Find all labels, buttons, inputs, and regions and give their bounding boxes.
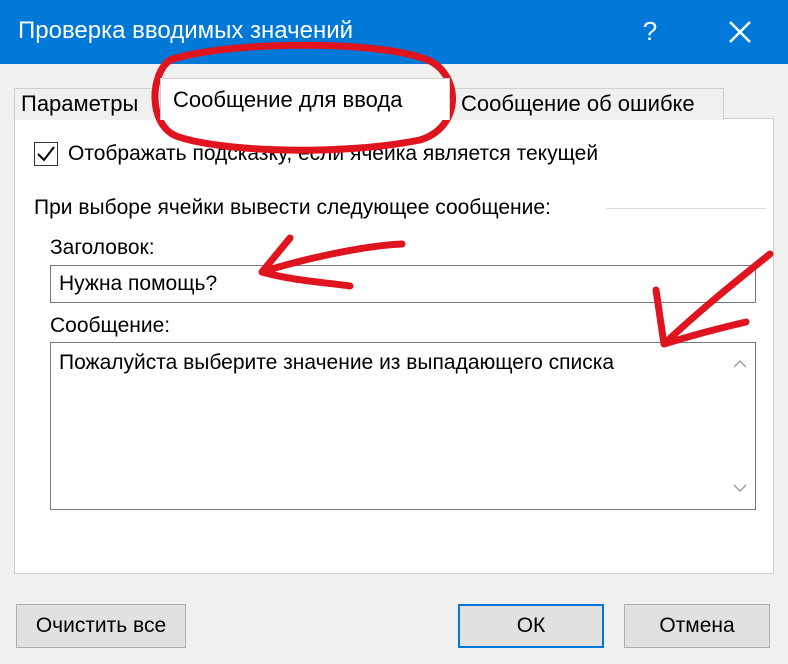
window-title: Проверка вводимых значений [18,17,354,44]
group-divider [606,208,766,209]
scroll-down-icon[interactable] [733,483,747,493]
checkmark-icon [37,146,55,162]
message-field[interactable]: Пожалуйста выберите значение из выпадающ… [50,342,756,510]
show-input-message-label[interactable]: Отображать подсказку, если ячейка являет… [68,142,598,166]
title-field-label: Заголовок: [50,236,155,259]
help-icon: ? [642,16,658,46]
tab-error-message[interactable]: Сообщение об ошибке [450,88,724,120]
close-icon [729,21,751,43]
message-scrollbar[interactable] [725,343,755,509]
group-label: При выборе ячейки вывести следующее сооб… [34,196,551,219]
cancel-button[interactable]: Отмена [624,604,770,648]
show-input-message-checkbox[interactable] [34,142,58,166]
message-text: Пожалуйста выберите значение из выпадающ… [59,351,615,374]
tab-input-message[interactable]: Сообщение для ввода [160,78,450,120]
tab-parameters[interactable]: Параметры [14,88,158,120]
ok-button[interactable]: ОК [458,604,604,648]
message-field-label: Сообщение: [50,314,171,337]
clear-all-button[interactable]: Очистить все [16,604,186,648]
close-button[interactable] [712,6,768,56]
title-bar: Проверка вводимых значений ? [0,0,788,64]
help-button[interactable]: ? [622,6,678,56]
scroll-up-icon[interactable] [733,359,747,369]
title-field[interactable] [50,265,756,303]
